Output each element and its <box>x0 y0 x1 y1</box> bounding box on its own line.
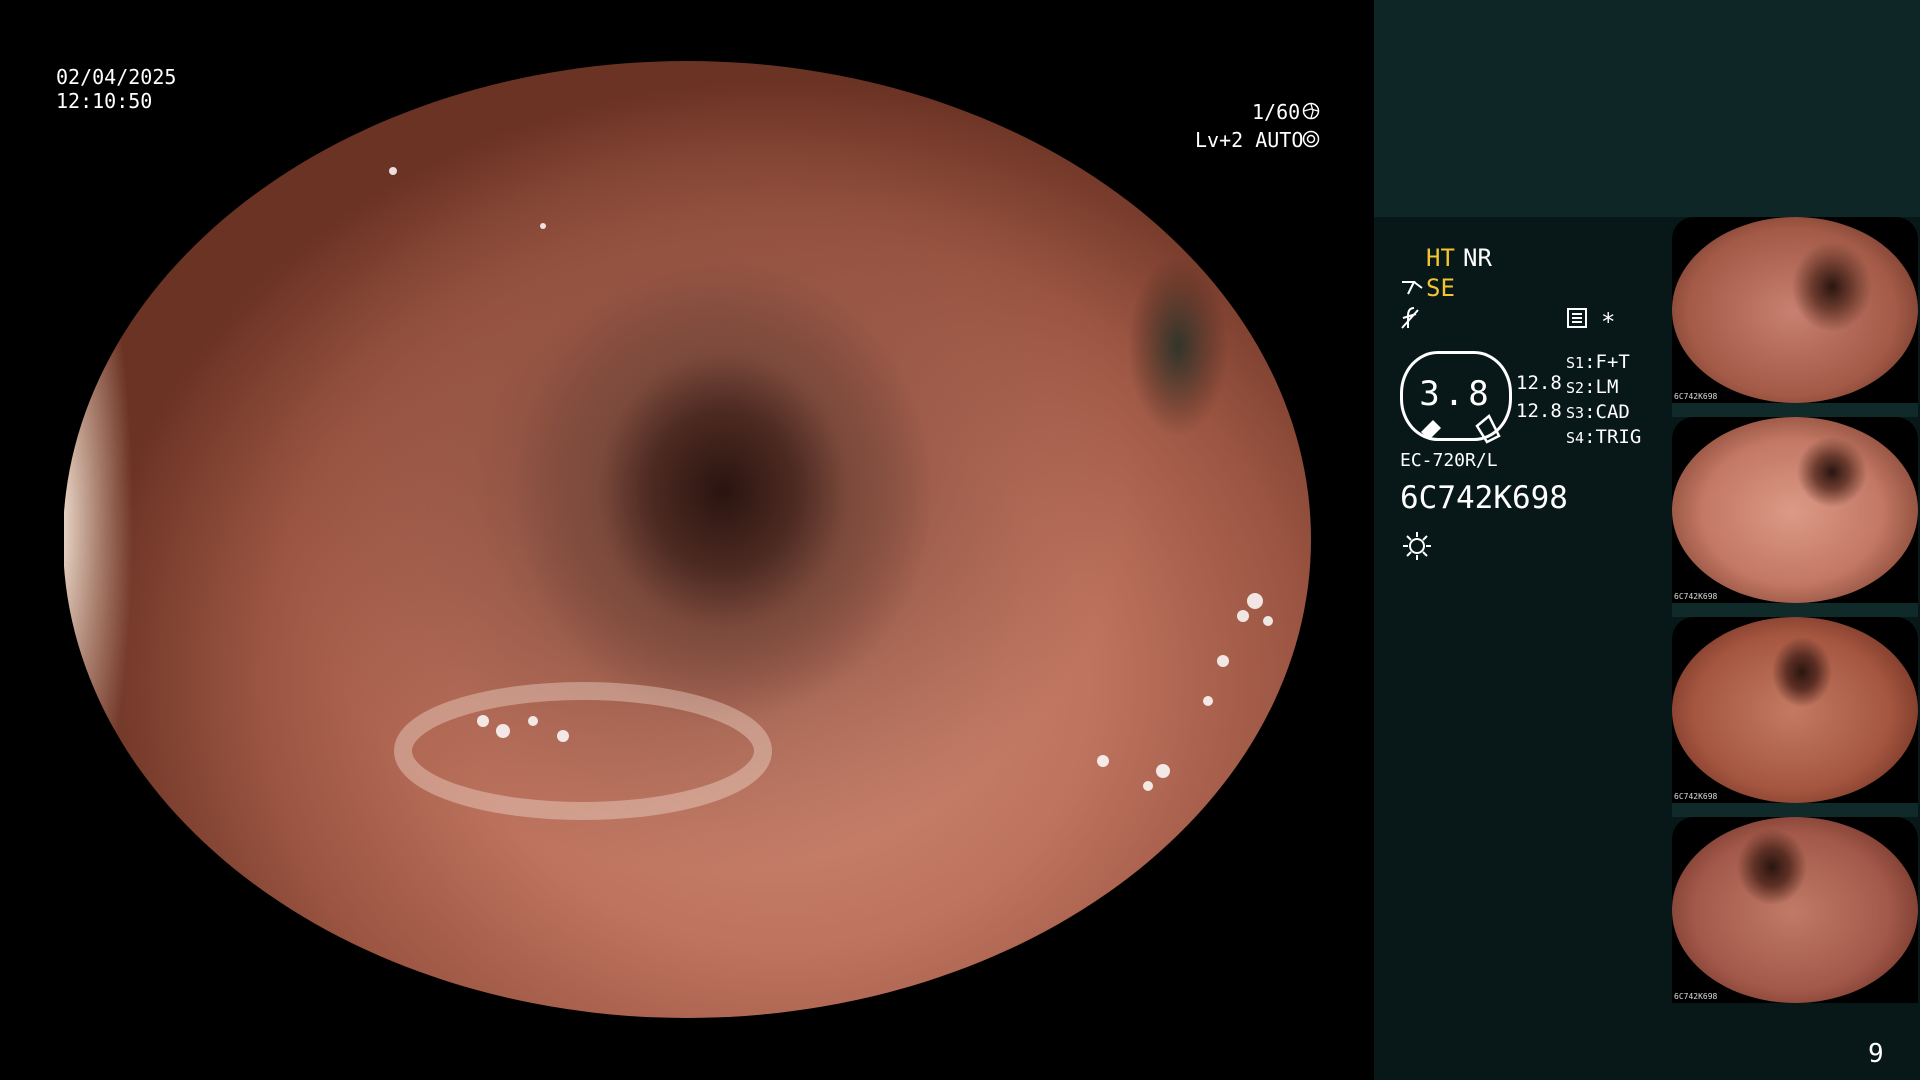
se-icon <box>1402 281 1423 295</box>
asterisk-indicator: * <box>1601 308 1616 336</box>
preset-value-s4: TRIG <box>1595 426 1642 448</box>
info-panel <box>1374 217 1670 1080</box>
preset-key-s4: S4 <box>1566 429 1585 447</box>
thumbnail-3[interactable]: 6C742K698 <box>1672 617 1918 803</box>
time-label: 12:10:50 <box>56 89 153 113</box>
thumbnail-divider <box>1672 603 1918 617</box>
thumbnail-image <box>1672 617 1918 803</box>
page-number: 9 <box>1868 1039 1884 1069</box>
mucosa-reflections <box>389 167 1273 963</box>
shutter-icon <box>1302 102 1320 120</box>
preset-key-s1: S1 <box>1566 354 1585 372</box>
thumbnail-caption: 6C742K698 <box>1674 592 1718 601</box>
thumbnail-caption: 6C742K698 <box>1674 792 1718 801</box>
f-icon <box>1401 307 1419 329</box>
se-indicator: SE <box>1426 274 1455 302</box>
nr-indicator: NR <box>1463 244 1492 272</box>
zoom-markers <box>1421 414 1501 444</box>
scope-model: EC-720R/L <box>1400 450 1498 471</box>
thumbnail-image <box>1672 817 1918 1003</box>
preset-value-s2: LM <box>1595 376 1619 398</box>
thumbnail-divider <box>1672 403 1918 417</box>
endoscope-view: 02/04/2025 12:10:50 1/60 Lv+2 AUTO <box>0 0 1374 1080</box>
preset-key-s2: S2 <box>1566 379 1585 397</box>
scope-serial: 6C742K698 <box>1400 480 1568 516</box>
info-panel-header <box>1374 0 1920 217</box>
thumbnail-divider <box>1672 803 1918 817</box>
preset-value-s1: F+T <box>1595 351 1630 373</box>
thumbnail-1[interactable]: 6C742K698 <box>1672 217 1918 403</box>
shutter-label: 1/60 <box>1252 100 1301 124</box>
zoom-badge: 3.8 <box>1400 351 1512 444</box>
auto-icon <box>1302 130 1320 148</box>
level-label: Lv+2 AUTO <box>1195 128 1304 152</box>
scope-mask-left <box>0 0 64 1080</box>
value-1: 12.8 <box>1516 372 1562 394</box>
thumbnail-4[interactable]: 6C742K698 <box>1672 817 1918 1003</box>
memory-icon <box>1567 308 1587 328</box>
value-2: 12.8 <box>1516 400 1562 422</box>
ht-indicator: HT <box>1426 244 1455 272</box>
endoscope-image <box>63 61 1311 1018</box>
thumbnail-caption: 6C742K698 <box>1674 992 1718 1001</box>
preset-key-s3: S3 <box>1566 404 1585 422</box>
thumbnail-caption: 6C742K698 <box>1674 392 1718 401</box>
date-label: 02/04/2025 <box>56 65 177 89</box>
thumbnail-2[interactable]: 6C742K698 <box>1672 417 1918 603</box>
thumbnail-image <box>1672 417 1918 603</box>
thumbnail-image <box>1672 217 1918 403</box>
preset-value-s3: CAD <box>1595 401 1630 423</box>
light-icon <box>1403 532 1431 560</box>
